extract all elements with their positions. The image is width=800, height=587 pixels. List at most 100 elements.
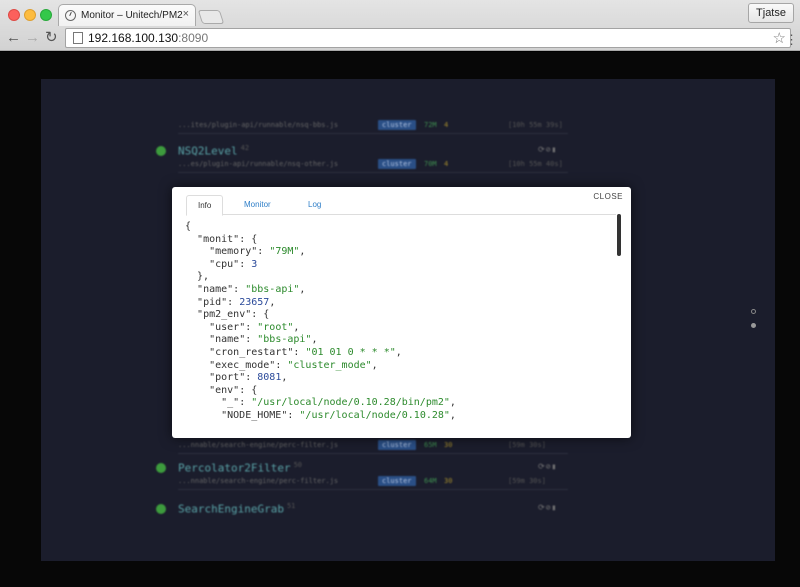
process-id: 42 [240, 144, 250, 152]
json-token: "01 01 0 * * *" [305, 346, 396, 358]
row-divider [178, 172, 568, 173]
process-cpu: 30 [444, 441, 453, 449]
process-uptime: [10h 55m 40s] [508, 160, 563, 168]
process-info-modal: CLOSE Info Monitor Log { "monit": { "mem… [172, 187, 631, 438]
json-token: 8081 [257, 372, 282, 384]
json-token: "bbs-api" [245, 283, 300, 295]
browser-menu-icon[interactable]: ⋮ [785, 32, 798, 48]
json-token: "bbs-api" [257, 334, 312, 346]
json-line: "cpu": 3 [185, 259, 605, 272]
address-bar[interactable]: 192.168.100.130:8090 ☆ [65, 28, 791, 48]
json-token: : [257, 246, 270, 258]
json-token: : [245, 334, 258, 346]
json-token: , [281, 372, 288, 384]
json-token: "_" [221, 397, 240, 409]
row-divider [178, 453, 568, 454]
json-token: , [395, 346, 402, 358]
new-tab-button[interactable] [197, 10, 225, 24]
process-path: ...nnable/search-engine/perc-filter.js [178, 477, 339, 485]
json-line: "pid": 23657, [185, 297, 605, 310]
bookmark-star-icon[interactable]: ☆ [773, 29, 786, 47]
forward-arrow-icon[interactable]: → [25, 30, 40, 45]
profile-button[interactable]: Tjatse [748, 3, 794, 23]
process-action-icons[interactable]: ⟳⊘▮ [538, 145, 557, 154]
browser-tab[interactable]: Monitor – Unitech/PM2 × [58, 4, 196, 26]
process-path: ...nnable/search-engine/perc-filter.js [178, 441, 339, 449]
json-token: "root" [257, 321, 294, 333]
pager-dot[interactable] [751, 309, 756, 314]
json-token: "name" [197, 283, 234, 295]
json-token: "cron_restart" [209, 346, 294, 358]
json-token: : [293, 346, 306, 358]
json-token: : { [239, 233, 258, 245]
json-scrollbar[interactable] [617, 214, 621, 256]
json-line: "exec_mode": "cluster_mode", [185, 360, 605, 373]
back-arrow-icon[interactable]: ← [6, 30, 21, 45]
process-memory: 64M [424, 477, 437, 485]
json-line: }, [185, 271, 605, 284]
json-token: "/usr/local/node/0.10.28/bin/pm2" [251, 397, 450, 409]
row-divider [178, 489, 568, 490]
process-name: Percolator2Filter 50 [178, 461, 302, 475]
browser-chrome: Monitor – Unitech/PM2 × Tjatse ← → ↻ 192… [0, 0, 800, 51]
tab-info[interactable]: Info [186, 195, 224, 216]
process-action-icons[interactable]: ⟳⊘▮ [538, 503, 557, 512]
json-token: : [287, 409, 300, 421]
tab-close-icon[interactable]: × [183, 8, 189, 20]
zoom-window-button[interactable] [40, 9, 52, 21]
status-check-icon [156, 463, 166, 473]
minimize-window-button[interactable] [24, 9, 36, 21]
json-line: { [185, 221, 605, 234]
json-token: "env" [209, 384, 240, 396]
json-token: , [371, 359, 378, 371]
process-uptime: [59m 30s] [508, 477, 546, 485]
modal-tabs: Info Monitor Log [186, 195, 616, 216]
process-cpu: 4 [444, 121, 449, 129]
exec-mode-badge: cluster [378, 476, 416, 486]
tab-monitor[interactable]: Monitor [233, 195, 282, 215]
process-memory: 65M [424, 441, 437, 449]
url-host: 192.168.100.130 [88, 31, 179, 45]
close-window-button[interactable] [8, 9, 20, 21]
json-token: , [449, 397, 456, 409]
url-text: 192.168.100.130:8090 [88, 31, 208, 45]
pager-dot-active[interactable] [751, 323, 756, 328]
gauge-icon [65, 10, 76, 21]
json-line: "name": "bbs-api", [185, 284, 605, 297]
json-line: "NODE_HOME": "/usr/local/node/0.10.28", [185, 410, 605, 423]
exec-mode-badge: cluster [378, 120, 416, 130]
tab-title: Monitor – Unitech/PM2 [81, 10, 183, 21]
exec-mode-badge: cluster [378, 159, 416, 169]
process-action-icons[interactable]: ⟳⊘▮ [538, 462, 557, 471]
status-check-icon [156, 504, 166, 514]
json-token: "name" [209, 334, 246, 346]
json-token: "/usr/local/node/0.10.28" [299, 409, 450, 421]
json-token: "cluster_mode" [287, 359, 372, 371]
json-token: "user" [209, 321, 246, 333]
json-line: "_": "/usr/local/node/0.10.28/bin/pm2", [185, 397, 605, 410]
tab-log[interactable]: Log [297, 195, 332, 215]
process-name-text: Percolator2Filter [178, 461, 291, 475]
process-name: NSQ2Level 42 [178, 144, 249, 158]
process-path: ...es/plugin-api/runnable/nsq-other.js [178, 160, 339, 168]
json-token: "monit" [197, 233, 240, 245]
process-uptime: [10h 55m 39s] [508, 121, 563, 129]
json-token: : [239, 258, 252, 270]
row-divider [178, 133, 568, 134]
process-name-text: SearchEngineGrab [178, 502, 284, 516]
json-token: : { [239, 384, 258, 396]
process-json-view[interactable]: { "monit": { "memory": "79M", "cpu": 3 }… [185, 221, 605, 433]
json-line: "name": "bbs-api", [185, 334, 605, 347]
process-name: SearchEngineGrab 51 [178, 502, 295, 516]
reload-icon[interactable]: ↻ [45, 30, 58, 45]
json-line: "memory": "79M", [185, 246, 605, 259]
